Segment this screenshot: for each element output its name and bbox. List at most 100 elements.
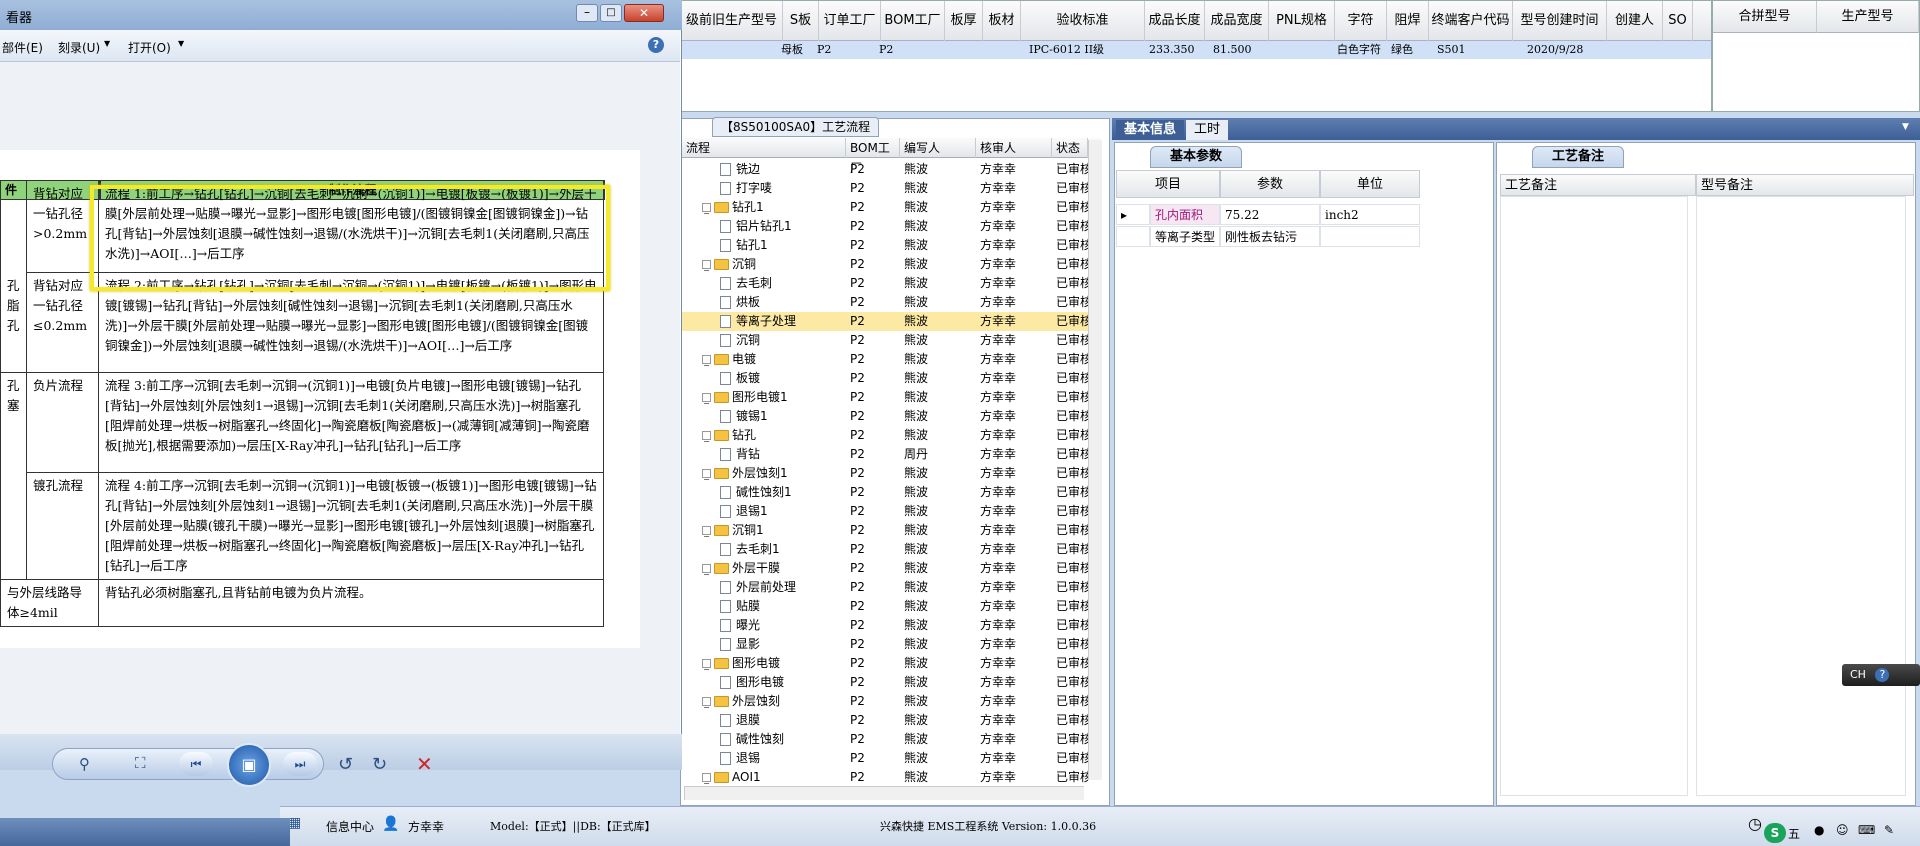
- chevron-down-icon[interactable]: ▼: [1902, 122, 1909, 132]
- tree-node[interactable]: − 外层蚀刻1 P2 熊波 方幸幸 已审核: [682, 464, 1088, 484]
- ime-mode[interactable]: 五: [1788, 825, 1800, 842]
- col-header-bom-factory[interactable]: BOM工厂: [881, 1, 945, 41]
- tree-node[interactable]: 打字唛 P2 熊波 方幸幸 已审核: [682, 179, 1088, 198]
- param-col-item[interactable]: 项目: [1116, 170, 1220, 198]
- menu-burn[interactable]: 刻录(U): [58, 39, 100, 56]
- col-header-customer[interactable]: 终端客户代码: [1429, 1, 1513, 41]
- col-header-standard[interactable]: 验收标准: [1021, 1, 1145, 41]
- help-icon[interactable]: ?: [1875, 668, 1890, 682]
- tree-node[interactable]: 钻孔1 P2 熊波 方幸幸 已审核: [682, 236, 1088, 255]
- tree-node[interactable]: 烘板 P2 熊波 方幸幸 已审核: [682, 293, 1088, 312]
- previous-icon[interactable]: ⏮: [179, 752, 213, 776]
- tree-node[interactable]: 退锡 P2 熊波 方幸幸 已审核: [682, 749, 1088, 768]
- tree-node[interactable]: 背钻 P2 周丹 方幸幸 已审核: [682, 445, 1088, 464]
- close-button[interactable]: ✕: [624, 4, 664, 22]
- col-header-created[interactable]: 型号创建时间: [1513, 1, 1607, 41]
- rotate-right-icon[interactable]: ↻: [372, 754, 387, 775]
- col-header-width[interactable]: 成品宽度: [1205, 1, 1269, 41]
- rotate-left-icon[interactable]: ↺: [338, 754, 353, 775]
- col-header-creator[interactable]: 创建人: [1607, 1, 1663, 41]
- tree-node[interactable]: − 图形电镀1 P2 熊波 方幸幸 已审核: [682, 388, 1088, 408]
- next-icon[interactable]: ⏭: [283, 752, 317, 776]
- col-header-old-model[interactable]: 级前旧生产型号: [681, 1, 783, 41]
- menu-open[interactable]: 打开(O): [128, 39, 171, 56]
- tree-node[interactable]: − 电镀 P2 熊波 方幸幸 已审核: [682, 350, 1088, 370]
- tree-node[interactable]: − 外层干膜 P2 熊波 方幸幸 已审核: [682, 559, 1088, 579]
- tab-basic-info[interactable]: 基本信息: [1116, 120, 1185, 140]
- collapse-icon[interactable]: −: [702, 697, 711, 712]
- col-header-s-board[interactable]: S板: [783, 1, 819, 41]
- tab-process-notes[interactable]: 工艺备注: [1532, 146, 1624, 168]
- process-flow-tab[interactable]: 【8S50100SA0】工艺流程: [712, 117, 880, 137]
- tree-col-writer[interactable]: 编写人: [900, 138, 976, 158]
- tree-node[interactable]: 去毛刺1 P2 熊波 方幸幸 已审核: [682, 540, 1088, 559]
- delete-icon[interactable]: ✕: [416, 752, 433, 776]
- tree-node[interactable]: 退锡1 P2 熊波 方幸幸 已审核: [682, 502, 1088, 521]
- input-method-icon[interactable]: S: [1764, 823, 1786, 843]
- emoji-icon[interactable]: ☺: [1836, 823, 1849, 837]
- fit-window-icon[interactable]: ⛶: [135, 754, 146, 772]
- col-header-thickness[interactable]: 板厚: [945, 1, 983, 41]
- model-notes-text[interactable]: [1696, 196, 1906, 796]
- tree-node[interactable]: 去毛刺 P2 熊波 方幸幸 已审核: [682, 274, 1088, 293]
- tree-node[interactable]: − 图形电镀 P2 熊波 方幸幸 已审核: [682, 654, 1088, 674]
- punctuation-icon[interactable]: ●: [1814, 823, 1824, 837]
- tree-col-reviewer[interactable]: 核审人: [976, 138, 1052, 158]
- tree-node[interactable]: − 钻孔 P2 熊波 方幸幸 已审核: [682, 426, 1088, 446]
- col-header-pnl[interactable]: PNL规格: [1269, 1, 1335, 41]
- collapse-icon[interactable]: −: [702, 355, 711, 370]
- collapse-icon[interactable]: −: [702, 431, 711, 446]
- tree-node[interactable]: 铣边 P2 熊波 方幸幸 已审核: [682, 160, 1088, 179]
- col-header-material[interactable]: 板材: [983, 1, 1021, 41]
- language-bar[interactable]: CH ?: [1842, 664, 1920, 686]
- tab-basic-params[interactable]: 基本参数: [1150, 146, 1242, 168]
- tree-node[interactable]: 退膜 P2 熊波 方幸幸 已审核: [682, 711, 1088, 730]
- tree-node[interactable]: 外层前处理 P2 熊波 方幸幸 已审核: [682, 578, 1088, 597]
- maximize-button[interactable]: □: [600, 4, 622, 22]
- collapse-icon[interactable]: −: [702, 564, 711, 579]
- tree-node[interactable]: − 钻孔1 P2 熊波 方幸幸 已审核: [682, 198, 1088, 218]
- tree-node[interactable]: − 沉铜1 P2 熊波 方幸幸 已审核: [682, 521, 1088, 541]
- zoom-icon[interactable]: ⚲: [79, 755, 90, 773]
- param-col-value[interactable]: 参数: [1220, 170, 1320, 198]
- col-header-mask[interactable]: 阻焊: [1387, 1, 1429, 41]
- slideshow-icon[interactable]: ▣: [227, 743, 271, 787]
- help-icon[interactable]: ?: [648, 37, 664, 53]
- col-header-order-factory[interactable]: 订单工厂: [819, 1, 881, 41]
- notes-col-process[interactable]: 工艺备注: [1500, 174, 1696, 196]
- tree-node[interactable]: 镀锡1 P2 熊波 方幸幸 已审核: [682, 407, 1088, 426]
- tree-node[interactable]: 贴膜 P2 熊波 方幸幸 已审核: [682, 597, 1088, 616]
- row-selector[interactable]: [1116, 226, 1150, 247]
- param-value[interactable]: 75.22: [1220, 204, 1320, 225]
- notes-col-model[interactable]: 型号备注: [1696, 174, 1914, 196]
- tree-horizontal-scrollbar[interactable]: [684, 786, 1084, 800]
- param-value[interactable]: 刚性板去钻污: [1220, 226, 1320, 247]
- tree-node[interactable]: 碱性蚀刻1 P2 熊波 方幸幸 已审核: [682, 483, 1088, 502]
- col-header-char[interactable]: 字符: [1335, 1, 1387, 41]
- col-header-length[interactable]: 成品长度: [1145, 1, 1205, 41]
- tree-col-bom[interactable]: BOM工厂: [846, 138, 900, 175]
- collapse-icon[interactable]: −: [702, 260, 711, 275]
- row-selector-icon[interactable]: ▸: [1116, 204, 1150, 225]
- tree-col-flow[interactable]: 流程: [682, 138, 846, 158]
- tree-node[interactable]: 显影 P2 熊波 方幸幸 已审核: [682, 635, 1088, 654]
- param-col-unit[interactable]: 单位: [1320, 170, 1420, 198]
- tree-node[interactable]: 图形电镀 P2 熊波 方幸幸 已审核: [682, 673, 1088, 692]
- col-header-merge-model[interactable]: 合拼型号: [1713, 1, 1817, 33]
- tree-node[interactable]: 等离子处理 P2 熊波 方幸幸 已审核: [682, 312, 1088, 331]
- menu-parts[interactable]: 部件(E): [2, 39, 43, 56]
- info-center-label[interactable]: 信息中心: [326, 818, 374, 835]
- tree-node[interactable]: 板镀 P2 熊波 方幸幸 已审核: [682, 369, 1088, 388]
- col-header-production-model[interactable]: 生产型号: [1817, 1, 1919, 33]
- tree-node[interactable]: 曝光 P2 熊波 方幸幸 已审核: [682, 616, 1088, 635]
- keyboard-icon[interactable]: ⌨: [1858, 823, 1875, 837]
- tree-col-status[interactable]: 状态: [1052, 138, 1088, 158]
- collapse-icon[interactable]: −: [702, 773, 711, 788]
- tree-node[interactable]: 沉铜 P2 熊波 方幸幸 已审核: [682, 331, 1088, 350]
- collapse-icon[interactable]: −: [702, 526, 711, 541]
- tree-node[interactable]: 铝片钻孔1 P2 熊波 方幸幸 已审核: [682, 217, 1088, 236]
- collapse-icon[interactable]: −: [702, 393, 711, 408]
- tree-node[interactable]: − AOI1 P2 熊波 方幸幸 已审核: [682, 768, 1088, 788]
- process-notes-text[interactable]: [1500, 196, 1688, 796]
- collapse-icon[interactable]: −: [702, 469, 711, 484]
